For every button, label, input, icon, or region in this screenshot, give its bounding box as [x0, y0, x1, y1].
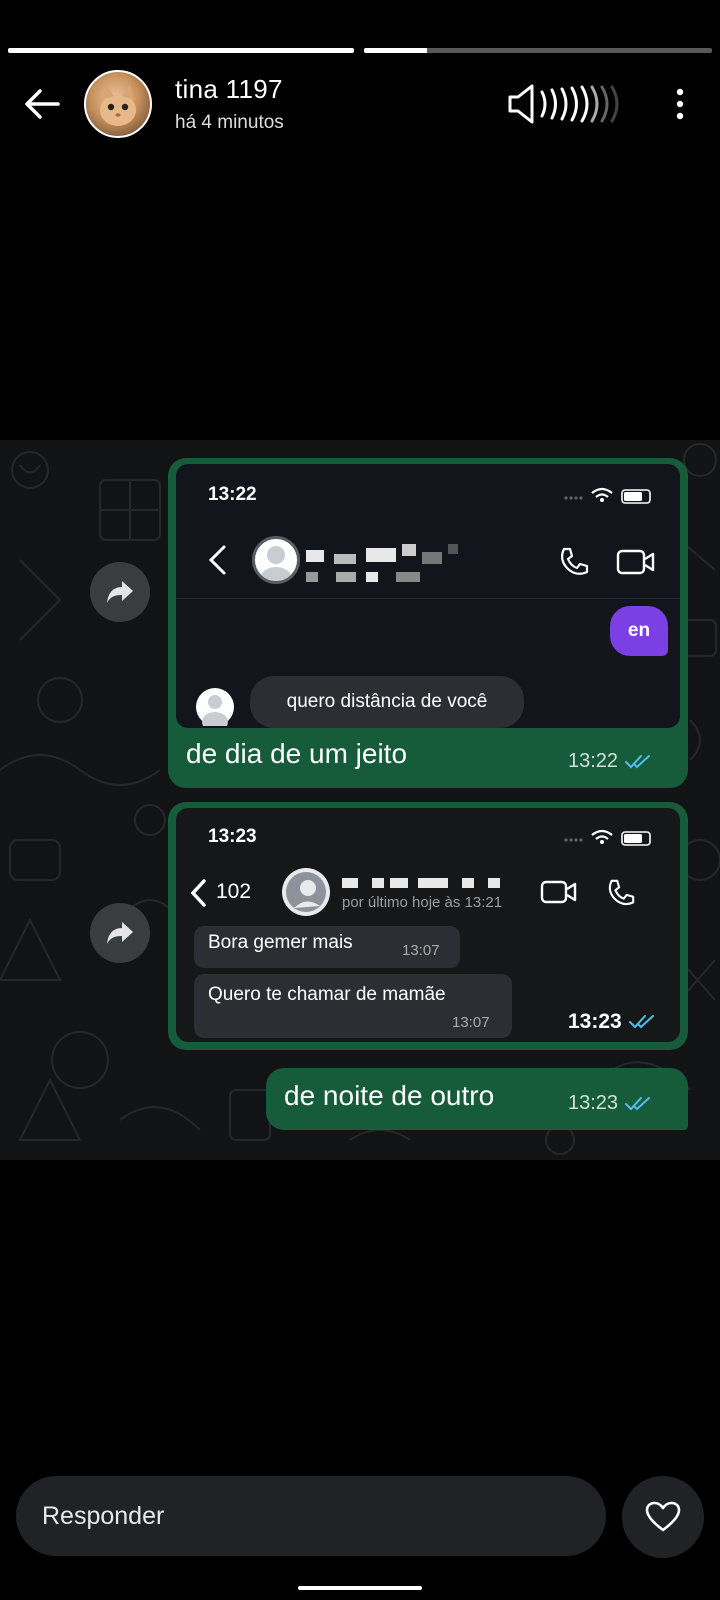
chevron-left-icon [190, 879, 206, 907]
contact-avatar [252, 536, 300, 584]
message-bubble-image-2[interactable]: 13:23 102 por último hoje às 13:21 Bora … [168, 802, 688, 1050]
story-progress-1 [8, 48, 354, 53]
user-name[interactable]: tina 1197 [175, 74, 283, 105]
video-call-icon [540, 880, 577, 904]
forward-icon [107, 922, 133, 944]
screenshot-1: 13:22 en quero distância de você [176, 464, 680, 728]
contact-avatar-small [196, 688, 234, 728]
message-text: de noite de outro [284, 1080, 495, 1111]
message-meta: 13:22 [568, 750, 654, 773]
story-time-ago: há 4 minutos [175, 112, 284, 133]
last-seen: por último hoje às 13:21 [342, 894, 503, 911]
message-time: 13:07 [452, 1014, 490, 1031]
message-bubble-3[interactable]: de noite de outro 13:23 [266, 1068, 688, 1130]
double-check-icon [628, 1015, 654, 1029]
received-message: Bora gemer mais 13:07 [194, 926, 460, 968]
forward-button-1[interactable] [90, 562, 150, 622]
more-vertical-icon[interactable] [670, 86, 690, 126]
arrow-left-icon[interactable] [22, 84, 62, 124]
back-count: 102 [216, 880, 252, 903]
screenshot-2: 13:23 102 por último hoje às 13:21 Bora … [176, 808, 680, 1042]
home-indicator [298, 1586, 422, 1590]
message-time: 13:22 [568, 750, 619, 772]
story-image: 13:22 en quero distância de você de dia … [0, 440, 720, 1160]
phone-icon [560, 547, 589, 575]
speaker-icon[interactable] [506, 82, 636, 126]
message-text: Bora gemer mais [208, 932, 353, 953]
story-progress-2 [364, 48, 712, 53]
like-button[interactable] [622, 1476, 704, 1558]
message-text: Quero te chamar de mamãe [208, 984, 446, 1005]
forward-icon [107, 581, 133, 603]
message-text: de dia de um jeito [186, 738, 408, 769]
message-time: 13:07 [402, 942, 440, 959]
message-bubble-image-1[interactable]: 13:22 en quero distância de você de dia … [168, 458, 688, 788]
status-icons [564, 487, 651, 504]
reply-placeholder: Responder [42, 1502, 165, 1530]
chevron-left-icon [208, 545, 226, 575]
status-time: 13:23 [208, 826, 257, 847]
message-time: 13:23 [568, 1010, 622, 1033]
message-meta: 13:23 [568, 1010, 658, 1034]
double-check-icon [625, 1096, 651, 1110]
double-check-icon [625, 754, 651, 768]
heart-icon [645, 1501, 681, 1532]
status-icons [564, 829, 651, 846]
forward-button-2[interactable] [90, 903, 150, 963]
sent-message: en [610, 606, 668, 656]
contact-avatar [282, 868, 330, 916]
status-time: 13:22 [208, 484, 257, 505]
phone-icon [608, 879, 635, 906]
received-message: Quero te chamar de mamãe 13:07 [194, 974, 512, 1038]
video-call-icon [616, 549, 655, 575]
avatar[interactable] [84, 70, 152, 138]
message-time: 13:23 [568, 1092, 619, 1114]
received-message: quero distância de você [250, 676, 524, 728]
message-meta: 13:23 [568, 1092, 654, 1115]
